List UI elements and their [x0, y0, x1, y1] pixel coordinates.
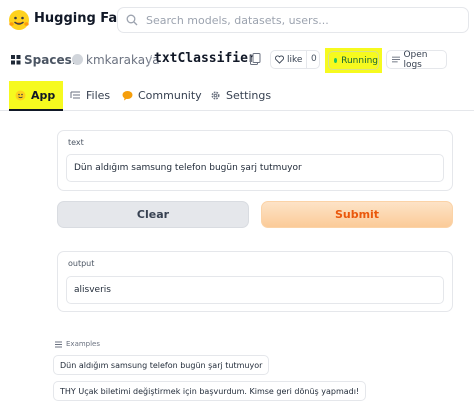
tab-files[interactable]: Files [70, 81, 110, 110]
avatar[interactable] [72, 54, 83, 65]
hugging-face-logo-icon[interactable] [8, 9, 30, 31]
like-label: like [287, 54, 303, 65]
app-icon [15, 90, 26, 101]
path-separator: / [148, 53, 153, 67]
gear-icon [211, 91, 220, 100]
like-count[interactable]: 0 [311, 54, 317, 64]
search-box[interactable] [117, 7, 469, 33]
input-label: text [68, 138, 84, 147]
examples-label: Examples [66, 340, 101, 348]
output-textbox[interactable]: alisveris [66, 276, 444, 304]
copy-icon[interactable] [250, 53, 261, 65]
output-panel: output alisveris [57, 251, 453, 312]
heart-icon [275, 55, 284, 64]
example-item[interactable]: THY Uçak biletimi değiştirmek için başvu… [53, 381, 367, 401]
running-status-badge[interactable]: Running [328, 51, 379, 70]
input-panel: text Dün aldığım samsung telefon bugün ş… [57, 130, 453, 191]
active-tab-indicator [9, 109, 63, 111]
clear-button[interactable]: Clear [57, 201, 249, 228]
tab-app-label: App [31, 89, 56, 102]
tab-settings-label: Settings [226, 89, 272, 102]
spaces-label[interactable]: Spaces: [24, 53, 77, 67]
tab-settings[interactable]: Settings [210, 81, 271, 110]
tab-community-label: Community [138, 89, 202, 102]
example-item[interactable]: Dün aldığım samsung telefon bugün şarj t… [53, 355, 270, 375]
files-icon [70, 91, 80, 99]
running-status-highlight: Running [325, 48, 382, 73]
like-divider [306, 51, 307, 68]
open-logs-label: Open logs [403, 49, 428, 70]
top-bar: Hugging Face [0, 0, 474, 40]
examples-header: Examples [55, 340, 100, 348]
tab-app[interactable]: App [9, 81, 63, 110]
spaces-icon [11, 55, 21, 65]
text-input[interactable]: Dün aldığım samsung telefon bugün şarj t… [66, 154, 444, 182]
submit-button[interactable]: Submit [261, 201, 453, 228]
list-icon [55, 341, 62, 347]
logs-icon [392, 56, 401, 63]
tab-files-label: Files [86, 89, 111, 102]
tab-community[interactable]: Community [122, 81, 202, 110]
space-tabs: App Files Community Settings [0, 81, 474, 111]
open-logs-button[interactable]: Open logs [386, 49, 447, 70]
search-icon [126, 14, 138, 26]
like-button[interactable]: like 0 [270, 50, 320, 69]
space-name[interactable]: txtClassifier [154, 51, 256, 66]
space-header: Spaces: kmkarakaya / txtClassifier like … [0, 48, 474, 74]
output-label: output [68, 259, 95, 268]
status-dot-icon [334, 58, 338, 63]
search-input[interactable] [146, 13, 446, 27]
status-label: Running [341, 55, 378, 66]
community-icon [122, 91, 133, 101]
